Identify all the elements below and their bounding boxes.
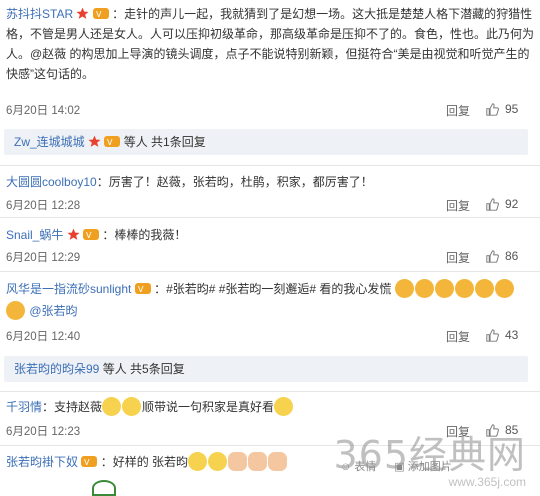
watermark-title: 365经典网: [333, 433, 526, 477]
comment-text: ：好样的 张若昀: [100, 455, 189, 469]
heart-eyes-emoji-icon: [6, 301, 25, 320]
like-count: 92: [505, 197, 519, 211]
heart-eyes-emoji-icon: [454, 279, 474, 298]
relieved-emoji-icon: [122, 397, 142, 416]
comment-username[interactable]: 张若昀褂下奴: [6, 455, 78, 469]
comment-time: 6月20日 12:28: [6, 200, 81, 212]
comment-text: ：厉害了！赵薇，张若昀，杜鹃，积家，都厉害了！: [96, 175, 373, 189]
reply-button[interactable]: 回复: [446, 102, 470, 119]
divider: [0, 391, 540, 392]
comment-text: ：棒棒的我薇！: [102, 228, 187, 242]
heart-eyes-emoji-icon: [414, 279, 434, 298]
comment-time: 6月20日 12:40: [6, 331, 81, 343]
heart-eyes-emoji-icon: [394, 279, 414, 298]
thumbs-up-icon: [486, 249, 499, 263]
mention-link[interactable]: @张若昀: [29, 304, 77, 318]
comment-body: 苏抖抖STAR V ：走针的声儿一起，我就猜到了是幻想一场。这大抵是楚楚人格下潜…: [0, 4, 540, 84]
svg-text:V: V: [138, 285, 144, 294]
thumbs-up-icon: [486, 328, 499, 342]
comment-username[interactable]: 千羽情: [6, 400, 42, 414]
clap-emoji-icon: [248, 452, 268, 471]
comment-time: 6月20日 12:23: [6, 426, 81, 438]
vip-badge-icon: V: [83, 229, 100, 240]
reply-button[interactable]: 回复: [446, 249, 470, 266]
thread-count-text[interactable]: 等人 共1条回复: [124, 135, 206, 149]
like-button[interactable]: 43: [486, 328, 518, 342]
clap-emoji-icon: [228, 452, 248, 471]
comment-item: 风华是一指流砂sunlight V ：#张若昀# #张若昀一刻邂逅# 看的我心发…: [0, 278, 540, 344]
svg-text:V: V: [107, 138, 113, 147]
star-badge-icon: [76, 7, 90, 19]
reply-thread-summary[interactable]: 张若昀的昀朵99 等人 共5条回复: [4, 356, 528, 382]
vip-badge-icon: V: [92, 8, 109, 19]
comment-username[interactable]: 大圆圆coolboy10: [6, 175, 97, 189]
comment-item: 千羽情：支持赵薇 顺带说一句积家是真好看 6月20日 12:23 回复 85: [0, 397, 540, 439]
thread-count-text[interactable]: 等人 共5条回复: [103, 362, 185, 376]
like-count: 86: [505, 249, 519, 263]
thumbs-up-icon: [486, 197, 499, 211]
vip-badge-icon: V: [81, 456, 98, 467]
comment-text-continued: 顺带说一句积家是真好看: [142, 400, 275, 414]
comment-text: ：支持赵薇: [42, 400, 103, 414]
comment-username[interactable]: 风华是一指流砂sunlight: [6, 282, 131, 296]
comment-body: 千羽情：支持赵薇 顺带说一句积家是真好看: [0, 397, 540, 417]
like-button[interactable]: 95: [486, 102, 518, 116]
comment-time: 6月20日 12:29: [6, 252, 81, 264]
like-count: 43: [505, 328, 519, 342]
star-badge-icon: [88, 135, 101, 147]
like-count: 95: [505, 102, 519, 116]
comment-time: 6月20日 14:02: [6, 105, 81, 117]
divider: [0, 165, 540, 166]
reply-button[interactable]: 回复: [446, 197, 470, 214]
svg-text:V: V: [96, 10, 102, 19]
laughing-emoji-icon: [274, 397, 294, 416]
watermark: 365经典网 www.365j.com: [333, 424, 526, 489]
like-button[interactable]: 86: [486, 249, 518, 263]
svg-text:V: V: [84, 458, 90, 467]
comment-text: ：#张若昀# #张若昀一刻邂逅# 看的我心发慌: [154, 282, 392, 296]
smile-emoji-icon: [208, 452, 228, 471]
vip-badge-icon: V: [134, 283, 151, 294]
comment-item: 大圆圆coolboy10：厉害了！赵薇，张若昀，杜鹃，积家，都厉害了！ 6月20…: [0, 172, 540, 213]
avatar[interactable]: [92, 480, 116, 496]
thread-username[interactable]: 张若昀的昀朵99: [14, 362, 99, 376]
vip-badge-icon: V: [104, 136, 121, 147]
reply-thread-summary[interactable]: Zw_连城城城 V 等人 共1条回复: [4, 129, 528, 155]
relieved-emoji-icon: [102, 397, 122, 416]
comment-item: 苏抖抖STAR V ：走针的声儿一起，我就猜到了是幻想一场。这大抵是楚楚人格下潜…: [0, 4, 540, 118]
comment-username[interactable]: Snail_蜗牛: [6, 228, 63, 242]
comment-body: Snail_蜗牛 V ：棒棒的我薇！: [0, 225, 540, 245]
star-badge-icon: [67, 228, 80, 240]
comment-username[interactable]: 苏抖抖STAR: [6, 7, 73, 21]
thread-username[interactable]: Zw_连城城城: [14, 135, 85, 149]
divider: [0, 217, 540, 218]
comment-item: Snail_蜗牛 V ：棒棒的我薇！ 6月20日 12:29 回复 86: [0, 225, 540, 265]
comment-body: 风华是一指流砂sunlight V ：#张若昀# #张若昀一刻邂逅# 看的我心发…: [0, 278, 540, 322]
like-button[interactable]: 92: [486, 197, 518, 211]
comment-body: 大圆圆coolboy10：厉害了！赵薇，张若昀，杜鹃，积家，都厉害了！: [0, 172, 540, 192]
heart-eyes-emoji-icon: [494, 279, 514, 298]
smile-emoji-icon: [188, 452, 208, 471]
thumbs-up-icon: [486, 102, 499, 116]
heart-eyes-emoji-icon: [434, 279, 454, 298]
clap-emoji-icon: [268, 452, 288, 471]
divider: [0, 271, 540, 272]
heart-eyes-emoji-icon: [474, 279, 494, 298]
svg-text:V: V: [86, 231, 92, 240]
reply-button[interactable]: 回复: [446, 328, 470, 345]
